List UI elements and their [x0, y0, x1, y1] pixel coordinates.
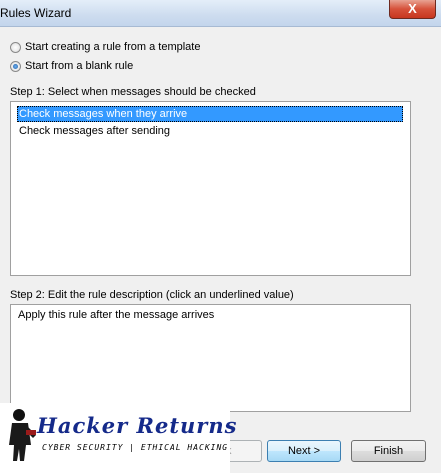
close-icon: X [408, 1, 417, 16]
step2-label: Step 2: Edit the rule description (click… [10, 289, 294, 301]
rule-description[interactable]: Apply this rule after the message arrive… [10, 304, 411, 412]
watermark-subtitle: CYBER SECURITY | ETHICAL HACKING [42, 443, 229, 452]
blank-option[interactable]: Start from a blank rule [10, 59, 133, 73]
watermark: Hacker Returns CYBER SECURITY | ETHICAL … [0, 403, 236, 473]
watermark-title: Hacker Returns [37, 413, 238, 438]
window-title: Rules Wizard [0, 6, 72, 20]
next-button[interactable]: Next > [267, 440, 341, 462]
template-radio[interactable] [10, 41, 21, 53]
hacker-figure-icon [9, 409, 36, 461]
template-option-label: Start creating a rule from a template [25, 41, 201, 53]
title-bar: Rules Wizard X [0, 0, 441, 27]
close-button[interactable]: X [389, 0, 436, 19]
blank-radio[interactable] [10, 60, 21, 72]
template-option[interactable]: Start creating a rule from a template [10, 40, 200, 54]
list-item[interactable]: Check messages when they arrive [17, 106, 403, 122]
rule-description-text: Apply this rule after the message arrive… [18, 309, 215, 321]
condition-list[interactable]: Check messages when they arrive Check me… [10, 101, 411, 276]
finish-button[interactable]: Finish [351, 440, 426, 462]
step1-label: Step 1: Select when messages should be c… [10, 86, 256, 98]
list-item[interactable]: Check messages after sending [17, 123, 403, 139]
blank-option-label: Start from a blank rule [25, 60, 134, 72]
